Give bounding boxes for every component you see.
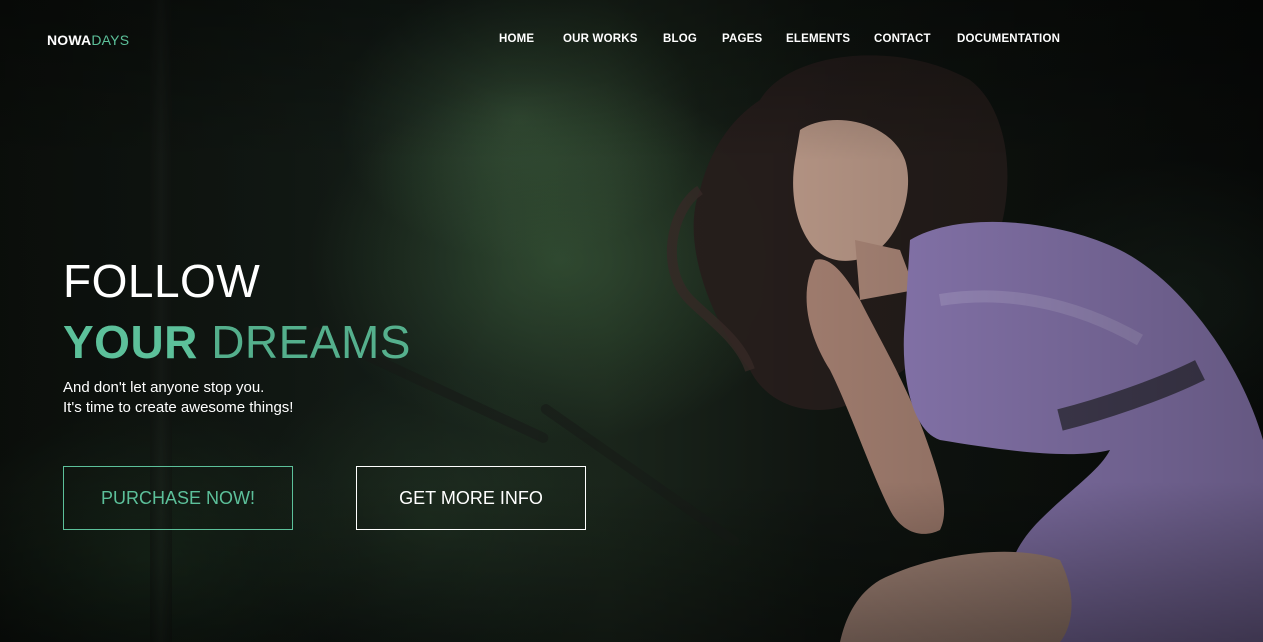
hero-subtitle: And don't let anyone stop you. It's time… xyxy=(63,378,411,418)
hero-subtitle-line1: And don't let anyone stop you. xyxy=(63,379,265,396)
hero-headline-light: DREAMS xyxy=(211,316,411,368)
nav-item-blog[interactable]: BLOG xyxy=(663,33,697,45)
nav-item-documentation[interactable]: DOCUMENTATION xyxy=(957,33,1060,45)
nav-item-pages[interactable]: PAGES xyxy=(722,33,762,45)
purchase-now-button[interactable]: PURCHASE NOW! xyxy=(63,466,293,530)
main-nav: HOME OUR WORKS BLOG PAGES ELEMENTS CONTA… xyxy=(0,33,1263,49)
get-more-info-button[interactable]: GET MORE INFO xyxy=(356,466,586,530)
hero-headline-strong: YOUR xyxy=(63,316,198,368)
site-header: NOWADAYS HOME OUR WORKS BLOG PAGES ELEME… xyxy=(0,0,1263,80)
hero-headline-line2: YOUR DREAMS xyxy=(63,312,411,372)
hero-subtitle-line2: It's time to create awesome things! xyxy=(63,399,294,416)
hero-section: FOLLOW YOUR DREAMS And don't let anyone … xyxy=(63,252,411,418)
nav-item-elements[interactable]: ELEMENTS xyxy=(786,33,850,45)
nav-item-contact[interactable]: CONTACT xyxy=(874,33,931,45)
nav-item-our-works[interactable]: OUR WORKS xyxy=(563,33,638,45)
hero-headline-line1: FOLLOW xyxy=(63,255,261,307)
nav-item-home[interactable]: HOME xyxy=(499,33,534,45)
